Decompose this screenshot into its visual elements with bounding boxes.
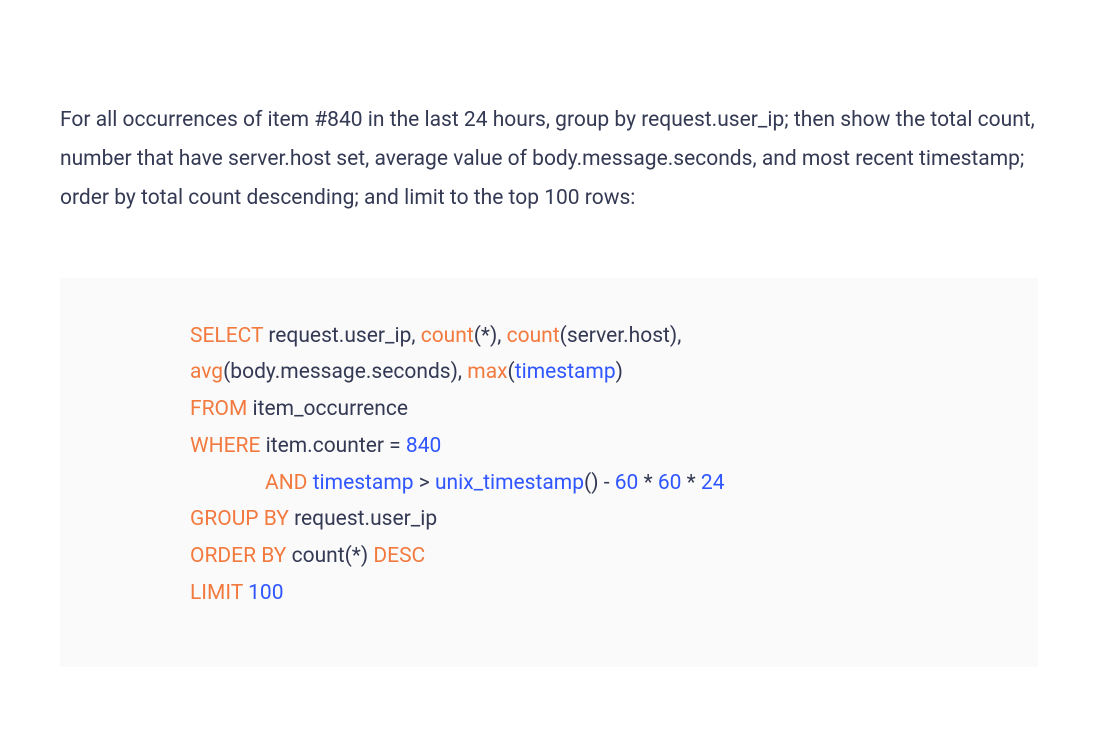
count-serverhost-args: (server.host),: [560, 324, 682, 348]
code-line-7: ORDER BY count(*) DESC: [190, 538, 998, 575]
func-max: max: [467, 360, 507, 384]
keyword-desc: DESC: [373, 544, 425, 568]
literal-100: 100: [248, 581, 283, 605]
timestamp-identifier: timestamp: [313, 471, 414, 495]
open-paren: (: [508, 360, 515, 384]
code-line-4: WHERE item.counter = 840: [190, 428, 998, 465]
func-unix-timestamp: unix_timestamp: [435, 471, 584, 495]
func-avg: avg: [190, 360, 223, 384]
count-star-args: (*),: [474, 324, 507, 348]
literal-60: 60: [658, 471, 682, 495]
func-count: count: [421, 324, 474, 348]
timestamp-identifier: timestamp: [515, 360, 616, 384]
keyword-order-by: ORDER BY: [190, 544, 286, 568]
avg-args: (body.message.seconds),: [223, 360, 467, 384]
example-description: For all occurrences of item #840 in the …: [60, 101, 1038, 218]
code-line-2: avg(body.message.seconds), max(timestamp…: [190, 354, 998, 391]
multiply: *: [681, 471, 700, 495]
code-line-8: LIMIT 100: [190, 575, 998, 612]
greater-than: >: [414, 471, 435, 495]
minus: -: [599, 471, 615, 495]
literal-840: 840: [406, 434, 441, 458]
where-condition-1: item.counter =: [260, 434, 405, 458]
multiply: *: [638, 471, 657, 495]
literal-60: 60: [615, 471, 639, 495]
group-by-field: request.user_ip: [289, 507, 437, 531]
code-line-6: GROUP BY request.user_ip: [190, 501, 998, 538]
keyword-group-by: GROUP BY: [190, 507, 289, 531]
literal-24: 24: [701, 471, 725, 495]
func-count: count: [507, 324, 560, 348]
keyword-select: SELECT: [190, 324, 263, 348]
page: For all occurrences of item #840 in the …: [0, 0, 1098, 707]
keyword-from: FROM: [190, 397, 247, 421]
keyword-and: AND: [265, 471, 307, 495]
close-paren: ): [616, 360, 623, 384]
keyword-limit: LIMIT: [190, 581, 243, 605]
empty-parens: (): [584, 471, 599, 495]
keyword-where: WHERE: [190, 434, 260, 458]
code-line-1: SELECT request.user_ip, count(*), count(…: [190, 318, 998, 355]
table-name: item_occurrence: [247, 397, 408, 421]
field-request-user-ip: request.user_ip,: [263, 324, 421, 348]
order-by-expr: count(*): [286, 544, 373, 568]
code-line-3: FROM item_occurrence: [190, 391, 998, 428]
code-line-5: AND timestamp > unix_timestamp() - 60 * …: [190, 465, 998, 502]
sql-code-block: SELECT request.user_ip, count(*), count(…: [60, 278, 1038, 667]
